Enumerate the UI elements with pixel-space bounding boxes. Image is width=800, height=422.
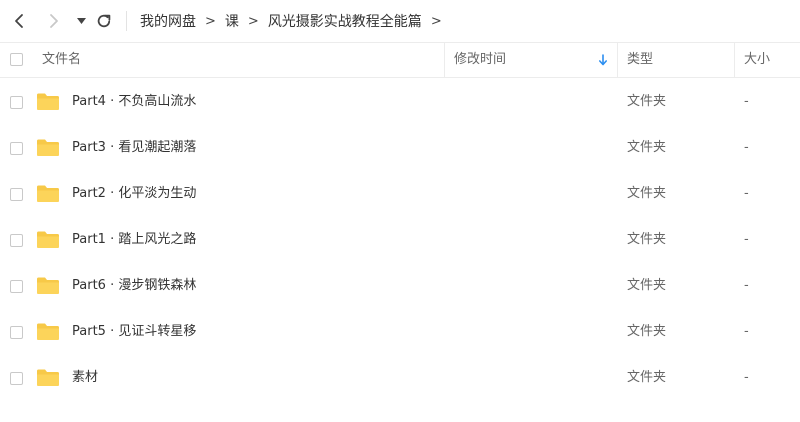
row-checkbox[interactable] — [10, 234, 23, 247]
breadcrumb-separator: > — [247, 13, 259, 29]
file-size: - — [744, 370, 749, 385]
file-type: 文件夹 — [627, 232, 667, 247]
file-type: 文件夹 — [627, 324, 667, 339]
column-header-type[interactable]: 类型 — [627, 43, 653, 77]
breadcrumb-separator: > — [205, 13, 216, 29]
table-row[interactable]: Part2 · 化平淡为生动 文件夹 - — [0, 171, 800, 217]
chevron-right-icon — [50, 14, 58, 28]
back-button[interactable] — [8, 0, 30, 42]
table-row[interactable]: Part6 · 漫步钢铁森林 文件夹 - — [0, 263, 800, 309]
row-checkbox[interactable] — [10, 142, 23, 155]
file-size: - — [744, 186, 749, 201]
folder-icon — [37, 369, 59, 386]
folder-icon — [37, 185, 59, 202]
file-size: - — [744, 94, 749, 109]
breadcrumb-separator[interactable]: > — [431, 14, 442, 29]
select-all-checkbox[interactable] — [10, 53, 23, 66]
row-checkbox[interactable] — [10, 96, 23, 109]
column-resize-handle[interactable] — [734, 43, 735, 77]
breadcrumb-item-my-drive[interactable]: 我的网盘 — [140, 11, 196, 31]
file-name[interactable]: Part4 · 不负高山流水 — [72, 79, 196, 125]
forward-button[interactable] — [44, 0, 64, 42]
file-name[interactable]: Part2 · 化平淡为生动 — [72, 171, 196, 217]
table-row[interactable]: 素材 文件夹 - — [0, 355, 800, 401]
toolbar: 我的网盘 > 课 > 风光摄影实战教程全能篇 > — [0, 0, 800, 42]
folder-icon — [37, 231, 59, 248]
table-header: 文件名 修改时间 类型 大小 — [0, 42, 800, 78]
file-type: 文件夹 — [627, 370, 667, 385]
row-checkbox[interactable] — [10, 280, 23, 293]
toolbar-divider — [126, 11, 127, 31]
history-dropdown-button[interactable] — [74, 0, 88, 42]
refresh-icon — [97, 14, 111, 28]
column-resize-handle[interactable] — [444, 43, 445, 77]
file-name[interactable]: 素材 — [72, 355, 98, 401]
row-checkbox[interactable] — [10, 326, 23, 339]
file-name[interactable]: Part3 · 看见潮起潮落 — [72, 125, 196, 171]
file-type: 文件夹 — [627, 140, 667, 155]
folder-icon — [37, 277, 59, 294]
breadcrumb: 我的网盘 > 课 > 风光摄影实战教程全能篇 > — [140, 0, 451, 42]
column-header-name[interactable]: 文件名 — [42, 43, 81, 77]
chevron-left-icon — [15, 14, 23, 28]
file-type: 文件夹 — [627, 278, 667, 293]
row-checkbox[interactable] — [10, 188, 23, 201]
file-name[interactable]: Part6 · 漫步钢铁森林 — [72, 263, 196, 309]
breadcrumb-item-course[interactable]: 课 — [225, 11, 239, 31]
refresh-button[interactable] — [94, 0, 114, 42]
file-size: - — [744, 140, 749, 155]
folder-icon — [37, 323, 59, 340]
column-resize-handle[interactable] — [617, 43, 618, 77]
file-size: - — [744, 232, 749, 247]
folder-icon — [37, 139, 59, 156]
row-checkbox[interactable] — [10, 372, 23, 385]
folder-icon — [37, 93, 59, 110]
table-row[interactable]: Part4 · 不负高山流水 文件夹 - — [0, 79, 800, 125]
column-header-size[interactable]: 大小 — [744, 43, 770, 77]
column-header-modified[interactable]: 修改时间 — [454, 43, 506, 77]
file-name[interactable]: Part1 · 踏上风光之路 — [72, 217, 196, 263]
table-row[interactable]: Part1 · 踏上风光之路 文件夹 - — [0, 217, 800, 263]
file-type: 文件夹 — [627, 94, 667, 109]
caret-down-icon — [76, 18, 86, 24]
file-size: - — [744, 324, 749, 339]
table-row[interactable]: Part3 · 看见潮起潮落 文件夹 - — [0, 125, 800, 171]
breadcrumb-item-current-folder[interactable]: 风光摄影实战教程全能篇 — [268, 11, 422, 31]
file-type: 文件夹 — [627, 186, 667, 201]
table-row[interactable]: Part5 · 见证斗转星移 文件夹 - — [0, 309, 800, 355]
arrow-down-icon — [599, 54, 607, 66]
file-name[interactable]: Part5 · 见证斗转星移 — [72, 309, 196, 355]
file-size: - — [744, 278, 749, 293]
